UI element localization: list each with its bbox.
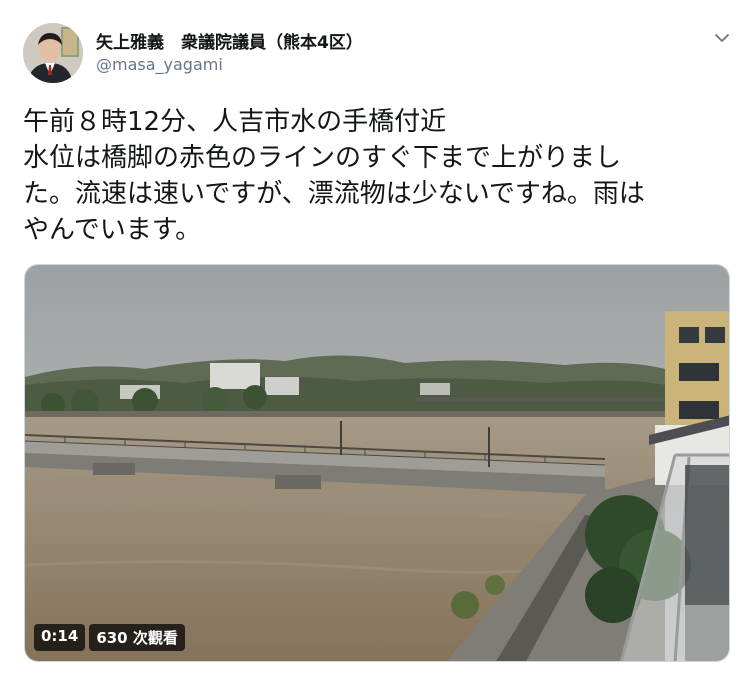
- video-views-badge: 630 次觀看: [89, 624, 185, 651]
- tweet-text: 午前８時12分、人吉市水の手橋付近 水位は橋脚の赤色のラインのすぐ下まで上がりま…: [23, 104, 728, 248]
- tweet-line: 午前８時12分、人吉市水の手橋付近: [23, 107, 447, 137]
- author-display-name[interactable]: 矢上雅義 衆議院議員（熊本4区）: [96, 28, 363, 53]
- video-info-badges: 0:14 630 次觀看: [34, 624, 185, 651]
- avatar[interactable]: [23, 23, 83, 83]
- video-frame: [25, 265, 729, 661]
- video-player[interactable]: [24, 264, 730, 662]
- tweet-line: た。流速は速いですが、漂流物は少ないですね。雨は: [23, 179, 645, 209]
- tweet-card: 矢上雅義 衆議院議員（熊本4区） @masa_yagami 午前８時12分、人吉…: [0, 0, 747, 679]
- author-handle[interactable]: @masa_yagami: [96, 55, 223, 74]
- video-duration-badge: 0:14: [34, 624, 86, 651]
- tweet-line: 水位は橋脚の赤色のラインのすぐ下まで上がりまし: [23, 143, 622, 173]
- tweet-line: やんでいます。: [23, 215, 202, 245]
- chevron-down-icon[interactable]: [712, 28, 732, 48]
